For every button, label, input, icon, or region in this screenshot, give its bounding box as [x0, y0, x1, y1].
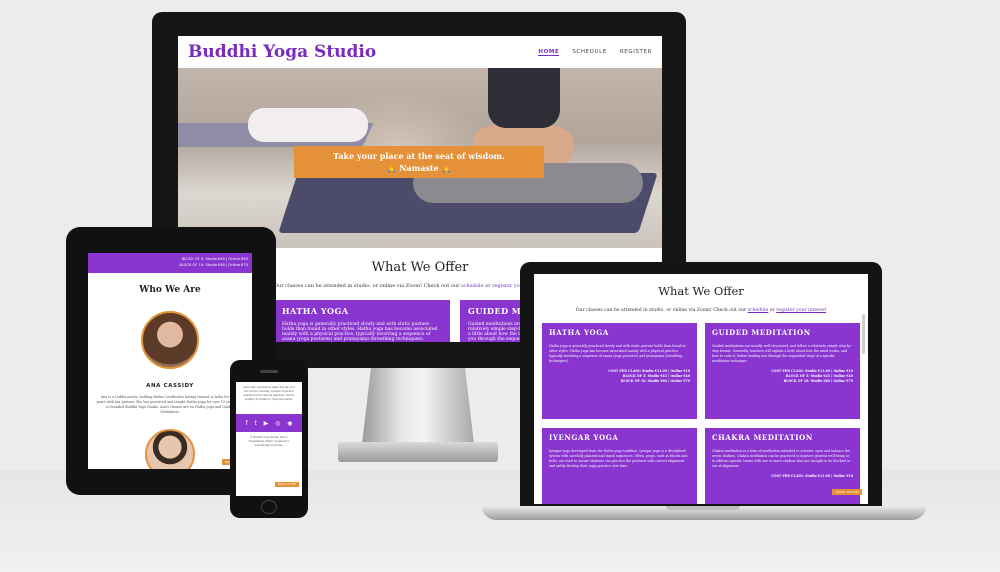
twitter-icon[interactable]: t — [254, 420, 256, 427]
card-text: Chakra meditation is a form of meditatio… — [712, 449, 851, 468]
offer-intro: Our classes can be attended in studio, o… — [534, 308, 868, 313]
navbar: Buddhi Yoga Studio HOME SCHEDULE REGISTE… — [178, 36, 662, 68]
hero-line-1: Take your place at the seat of wisdom. — [333, 151, 505, 161]
intro-text: Our classes can be attended in studio, o… — [575, 308, 747, 313]
class-card-guided: GUIDED MEDITATION Guided meditations are… — [705, 323, 860, 419]
facebook-icon[interactable]: f — [245, 420, 247, 427]
hero-image: Take your place at the seat of wisdom. 🙏… — [178, 68, 662, 248]
phone-screen: Jane's life experience takes her all ove… — [236, 382, 302, 496]
hero-person-back — [248, 108, 368, 142]
tablet-screen: BLOCK OF 5: Studio €45 | Online €40 BLOC… — [88, 253, 252, 469]
nav-register[interactable]: REGISTER — [620, 49, 652, 56]
footer-copyright: © Buddhi Yoga Studio 2021 | Established … — [248, 436, 290, 447]
card-title: CHAKRA MEDITATION — [712, 433, 813, 442]
laptop-device: What We Offer Our classes can be attende… — [520, 262, 882, 508]
class-card-hatha: HATHA YOGA Hatha yoga is generally pract… — [542, 323, 697, 419]
hero-person-top — [488, 68, 560, 128]
who-we-are-heading: Who We Are — [139, 285, 201, 295]
schedule-link[interactable]: schedule — [461, 283, 484, 289]
card-prices: COST PER CLASS: Studio €11.00 | Online €… — [712, 474, 853, 479]
monitor-stand — [362, 368, 474, 444]
schedule-link[interactable]: schedule — [748, 308, 769, 313]
teacher-bio: Ana is a Dublin native, holding Hatha Ce… — [96, 395, 244, 414]
instagram-icon[interactable]: ◎ — [275, 420, 280, 427]
price-line: COST PER CLASS: Studio €11.00 | Online €… — [771, 474, 853, 478]
phone-speaker — [260, 370, 278, 373]
intro-or: or — [769, 308, 775, 313]
teacher-name: ANA CASSIDY — [146, 383, 194, 389]
avatar-teacher-2 — [145, 429, 195, 469]
nav-links: HOME SCHEDULE REGISTER — [538, 49, 652, 56]
intro-text: Our classes can be attended in studio, o… — [274, 283, 460, 289]
card-text: Iyengar yoga developed from the Hatha yo… — [549, 449, 688, 468]
class-card-grid: HATHA YOGA Hatha yoga is generally pract… — [542, 323, 868, 504]
register-link[interactable]: register your interest — [776, 308, 826, 313]
offer-heading: What We Offer — [658, 284, 744, 298]
card-title: GUIDED MEDITATION — [712, 328, 811, 337]
laptop-screen: What We Offer Our classes can be attende… — [534, 274, 868, 504]
phone-home-button — [261, 500, 277, 514]
nav-schedule[interactable]: SCHEDULE — [572, 49, 607, 56]
card-text: Hatha yoga is generally practiced slowly… — [549, 344, 686, 363]
price-line: BLOCK OF 10: Studio €80 | Online €70 — [179, 263, 248, 267]
card-title: HATHA YOGA — [549, 328, 609, 337]
price-line: BLOCK OF 10: Studio €80 | Online €70 — [620, 379, 690, 383]
class-card-hatha: HATHA YOGA Hatha yoga is generally pract… — [274, 300, 450, 342]
hero-line-2: 🙏 Namaste 🙏 — [386, 163, 452, 173]
avatar-ana — [141, 311, 199, 369]
back-to-top-button[interactable]: BACK TO TOP — [274, 482, 299, 487]
class-card-iyengar: IYENGAR YOGA Iyengar yoga developed from… — [542, 428, 697, 504]
brand-logo[interactable]: Buddhi Yoga Studio — [188, 42, 376, 62]
pinterest-icon[interactable]: ◉ — [287, 420, 292, 427]
back-to-top-button[interactable]: BACK TO TOP — [832, 489, 862, 495]
card-text: Guided meditations are usually well-stru… — [712, 344, 852, 363]
card-title: IYENGAR YOGA — [549, 433, 619, 442]
tablet-price-bar: BLOCK OF 5: Studio €45 | Online €40 BLOC… — [88, 253, 252, 273]
nav-home[interactable]: HOME — [538, 49, 560, 56]
intro-or: or — [485, 283, 491, 289]
monitor-base — [338, 442, 498, 462]
youtube-icon[interactable]: ▶ — [264, 420, 269, 427]
phone-device: Jane's life experience takes her all ove… — [230, 360, 308, 518]
card-text: Hatha yoga is generally practiced slowly… — [282, 322, 438, 342]
price-line: BLOCK OF 10: Studio €80 | Online €70 — [783, 379, 853, 383]
phone-bio-text: Jane's life experience takes her all ove… — [243, 386, 295, 401]
hero-banner: Take your place at the seat of wisdom. 🙏… — [294, 146, 544, 178]
social-links: f t ▶ ◎ ◉ — [236, 414, 302, 432]
laptop-notch — [666, 506, 740, 510]
scrollbar[interactable] — [862, 314, 865, 354]
card-prices: COST PER CLASS: Studio €11.00 | Online €… — [549, 369, 690, 384]
card-title: HATHA YOGA — [282, 306, 349, 316]
card-prices: COST PER CLASS: Studio €11.00 | Online €… — [712, 369, 853, 384]
